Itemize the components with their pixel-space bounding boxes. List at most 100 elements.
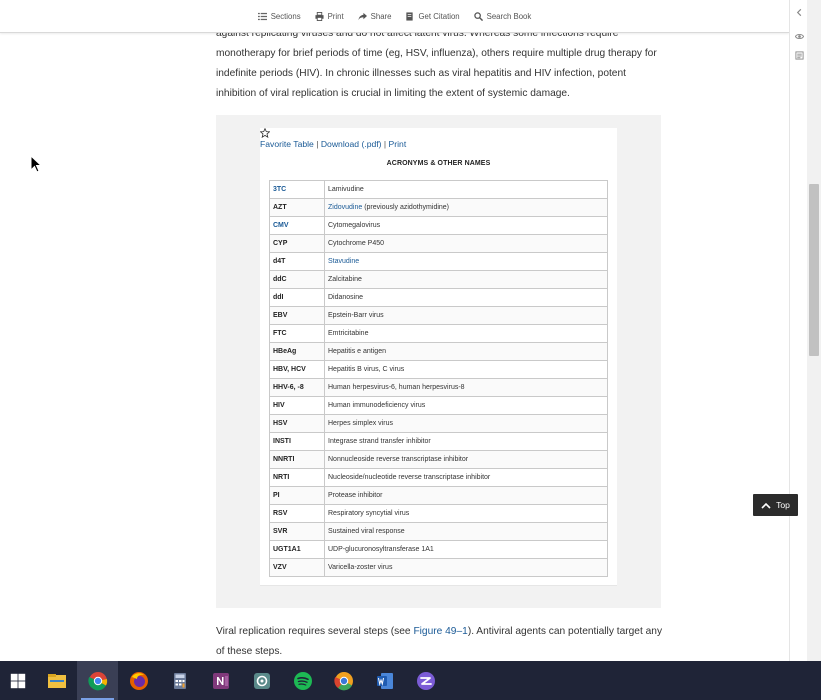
table-row: d4T Stavudine [269, 252, 608, 271]
taskbar-chrome[interactable] [77, 661, 118, 700]
windows-taskbar [0, 661, 821, 700]
taskbar-app[interactable] [405, 661, 446, 700]
acronym-cell: PI [269, 486, 325, 505]
vertical-scrollbar[interactable] [807, 0, 821, 661]
acronym-cell: HBeAg [269, 342, 325, 361]
chrome-canary-icon [333, 671, 353, 690]
sections-button[interactable]: Sections [257, 12, 301, 21]
print-icon [315, 11, 324, 21]
table-row: EBV Epstein-Barr virus [269, 306, 608, 325]
definition-link[interactable]: Stavudine [328, 258, 359, 265]
firefox-icon [129, 671, 148, 690]
table-row: UGT1A1 UDP-glucuronosyltransferase 1A1 [269, 540, 608, 559]
table-title: ACRONYMS & OTHER NAMES [386, 160, 491, 167]
article-paragraph-bottom: Viral replication requires several steps… [216, 622, 666, 661]
search-book-button[interactable]: Search Book [473, 12, 531, 21]
acronyms-table: 3TC Lamivudine AZT Zidovudine (previously a… [269, 180, 608, 577]
definition-text: Human immunodeficiency virus [328, 402, 426, 409]
separator: | [313, 139, 321, 149]
definition-cell: Hepatitis e antigen [324, 342, 608, 361]
share-button[interactable]: Share [358, 12, 391, 21]
notes-button[interactable] [790, 46, 808, 64]
definition-cell: Didanosine [324, 288, 608, 307]
settings-app-icon [253, 672, 270, 689]
chrome-icon [87, 671, 107, 690]
acronym-cell: RSV [269, 504, 325, 523]
table-row: HHV-6, -8 Human herpesvirus-6, human herp… [269, 378, 608, 397]
separator: | [381, 139, 389, 149]
acronym-cell: HIV [269, 396, 325, 415]
table-row: NNRTI Nonnucleoside reverse transcriptase… [269, 450, 608, 469]
taskbar-settings-app[interactable] [241, 661, 282, 700]
definition-text: Hepatitis e antigen [328, 348, 386, 355]
view-button[interactable] [790, 27, 808, 45]
table-row: FTC Emtricitabine [269, 324, 608, 343]
taskbar-calculator[interactable] [159, 661, 200, 700]
definition-cell: Cytochrome P450 [324, 234, 608, 253]
acronym-cell: ddC [269, 270, 325, 289]
table-row: HBeAg Hepatitis e antigen [269, 342, 608, 361]
definition-cell: Herpes simplex virus [324, 414, 608, 433]
definition-text: Cytochrome P450 [328, 240, 385, 247]
definition-cell: Integrase strand transfer inhibitor [324, 432, 608, 451]
acronym-cell: ddI [269, 288, 325, 307]
table-row: AZT Zidovudine (previously azidothymidine… [269, 198, 608, 217]
table-panel: Favorite Table | Download (.pdf) | Print… [259, 127, 617, 594]
definition-text: Epstein-Barr virus [328, 312, 384, 319]
acronym-cell: SVR [269, 522, 325, 541]
table-row: CYP Cytochrome P450 [269, 234, 608, 253]
favorite-table-link[interactable]: Favorite Table [260, 139, 314, 149]
get-citation-button[interactable]: Get Citation [405, 12, 460, 21]
print-button[interactable]: Print [315, 11, 344, 21]
taskbar-chrome-canary[interactable] [323, 661, 364, 700]
definition-cell: UDP-glucuronosyltransferase 1A1 [324, 540, 608, 559]
word-icon [376, 672, 393, 689]
browser-viewport: Sections Print Share Get Citation Search… [0, 0, 821, 661]
chevron-left-icon [796, 8, 801, 16]
acronym-cell: UGT1A1 [269, 540, 325, 559]
scrollbar-thumb[interactable] [809, 184, 819, 356]
definition-cell: Zidovudine (previously azidothymidine) [324, 198, 608, 217]
definition-text: Herpes simplex virus [328, 420, 393, 427]
definition-text: Human herpesvirus-6, human herpesvirus-8 [328, 384, 465, 391]
table-row: 3TC Lamivudine [269, 180, 608, 199]
back-to-top-button[interactable]: Top [753, 494, 798, 516]
windows-start-button[interactable] [0, 661, 36, 700]
definition-link[interactable]: Zidovudine [328, 204, 362, 211]
acronym-cell[interactable]: 3TC [269, 180, 325, 199]
definition-cell: Cytomegalovirus [324, 216, 608, 235]
table-row: HSV Herpes simplex virus [269, 414, 608, 433]
definition-text: Lamivudine [328, 186, 364, 193]
definition-cell: Nucleoside/nucleotide reverse transcript… [324, 468, 608, 487]
definition-cell: Sustained viral response [324, 522, 608, 541]
paragraph-text: Viral replication requires several steps… [216, 626, 414, 637]
taskbar-onenote[interactable] [200, 661, 241, 700]
definition-text: Hepatitis B virus, C virus [328, 366, 405, 373]
download-pdf-link[interactable]: Download (.pdf) [321, 139, 382, 149]
acronym-cell: EBV [269, 306, 325, 325]
acronym-cell[interactable]: CMV [269, 216, 325, 235]
print-table-link[interactable]: Print [389, 139, 407, 149]
taskbar-word[interactable] [364, 661, 405, 700]
taskbar-file-explorer[interactable] [36, 661, 77, 700]
table-row: INSTI Integrase strand transfer inhibitor [269, 432, 608, 451]
figure-link[interactable]: Figure 49–1 [413, 626, 467, 637]
table-footer [260, 585, 617, 594]
acronym-cell: NRTI [269, 468, 325, 487]
table-row: ddC Zalcitabine [269, 270, 608, 289]
taskbar-firefox[interactable] [118, 661, 159, 700]
taskbar-spotify[interactable] [282, 661, 323, 700]
acronym-cell: FTC [269, 324, 325, 343]
table-row: NRTI Nucleoside/nucleotide reverse transc… [269, 468, 608, 487]
table-row: SVR Sustained viral response [269, 522, 608, 541]
list-icon [257, 12, 267, 20]
definition-text: UDP-glucuronosyltransferase 1A1 [328, 546, 434, 553]
file-explorer-icon [47, 673, 66, 688]
acronym-cell: VZV [269, 558, 325, 577]
definition-cell: Emtricitabine [324, 324, 608, 343]
definition-cell: Respiratory syncytial virus [324, 504, 608, 523]
definition-cell: Nonnucleoside reverse transcriptase inhi… [324, 450, 608, 469]
definition-text: (previously azidothymidine) [362, 204, 450, 211]
print-label: Print [327, 11, 344, 21]
collapse-panel-button[interactable] [790, 3, 808, 21]
